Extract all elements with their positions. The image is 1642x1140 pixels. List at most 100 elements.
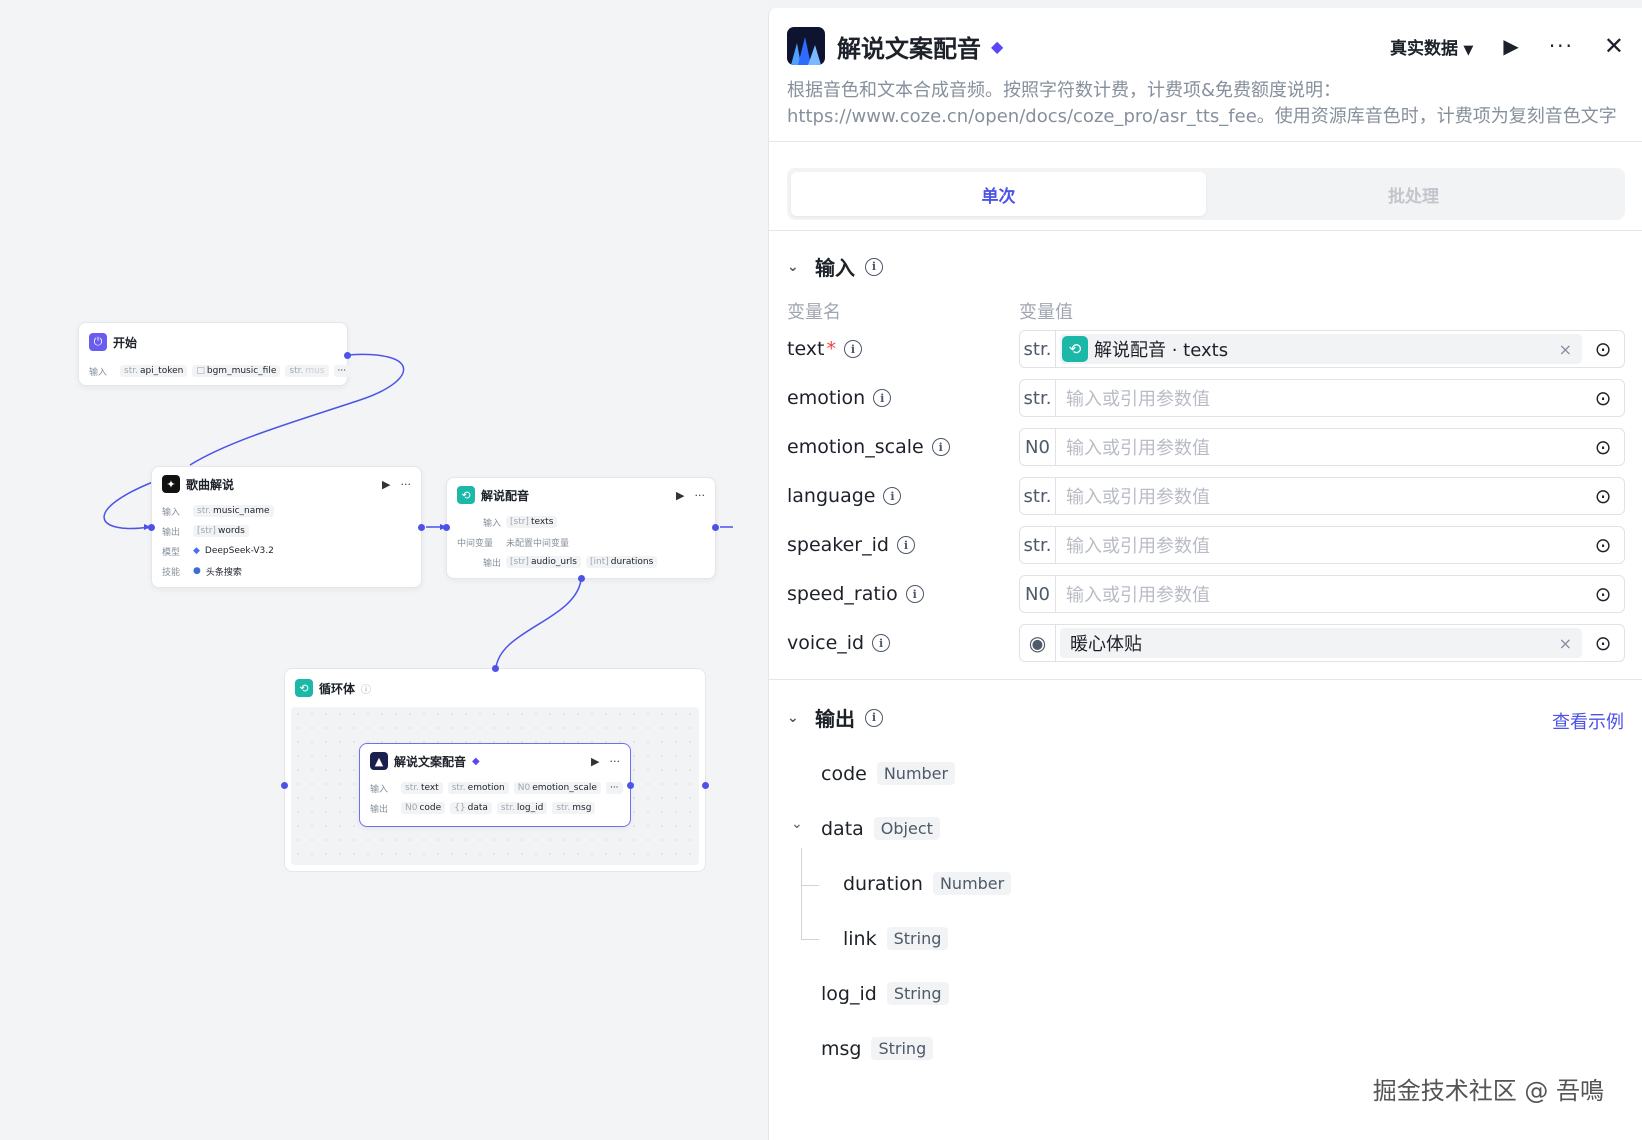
run-icon[interactable]: ▶ <box>382 478 390 491</box>
reference-chip[interactable]: ⟲ 解说配音 · texts × <box>1060 334 1582 364</box>
node-title: 开始 <box>113 335 138 350</box>
row-label: 输入 <box>482 518 501 529</box>
start-node[interactable]: ⏻ 开始 输入 str. api_token □ bgm_music_file st… <box>78 322 351 386</box>
tts-node[interactable]: ▲ 解说文案配音 ◆ ▶ ··· 输入 str. text str. emotion … <box>359 743 634 827</box>
node-title: 解说文案配音 <box>394 754 467 769</box>
loop-icon: ⟲ <box>1062 336 1088 362</box>
input-port[interactable] <box>148 524 155 531</box>
variable-select-icon[interactable]: ⊙ <box>1582 533 1624 557</box>
more-tag[interactable]: ··· <box>605 782 623 794</box>
col-name-header: 变量名 <box>787 302 841 323</box>
chevron-down-icon[interactable]: ⌄ <box>787 710 805 726</box>
info-icon: i <box>883 487 902 505</box>
run-icon[interactable]: ▶ <box>1503 34 1518 58</box>
tts-app-logo <box>787 27 825 65</box>
output-item: data Object <box>821 817 940 840</box>
voice-chip[interactable]: 暖心体贴 × <box>1060 628 1582 658</box>
variable-select-icon[interactable]: ⊙ <box>1582 435 1624 459</box>
param-tag: [str] audio_urls <box>506 556 581 568</box>
type-badge: Number <box>932 872 1012 895</box>
more-icon[interactable]: ··· <box>1549 34 1574 58</box>
data-mode-dropdown[interactable]: 真实数据 ▼ <box>1390 34 1473 59</box>
voice-icon: ◉ <box>1020 625 1056 661</box>
required-mark: * <box>826 338 837 360</box>
info-icon: i <box>872 634 891 652</box>
dubbing-node[interactable]: ⟲ 解说配音 ▶ ··· 输入 [str] texts 中间变量 未配置中间变量 输出 … <box>443 477 719 582</box>
param-tag: N0 emotion_scale <box>513 782 601 794</box>
row-label: 输入 <box>162 507 181 518</box>
loop-out-port[interactable] <box>702 782 709 789</box>
tree-line <box>801 848 802 940</box>
loop-icon: ⟲ <box>295 679 313 697</box>
param-field[interactable]: N0 输入或引用参数值 ⊙ <box>1019 428 1625 466</box>
loop-port[interactable] <box>578 575 585 582</box>
see-example-link[interactable]: 查看示例 <box>1552 708 1624 734</box>
run-icon[interactable]: ▶ <box>591 755 599 768</box>
output-port[interactable] <box>627 782 634 789</box>
input-port[interactable] <box>443 524 450 531</box>
chevron-down-icon[interactable]: ⌄ <box>787 259 805 275</box>
param-field[interactable]: str. 输入或引用参数值 ⊙ <box>1019 526 1625 564</box>
param-tag: [int] durations <box>586 556 658 568</box>
row-label: 输出 <box>482 558 501 569</box>
param-input[interactable]: 输入或引用参数值 <box>1056 581 1582 607</box>
loop-in-port[interactable] <box>281 782 288 789</box>
output-port[interactable] <box>344 352 351 359</box>
param-tag: N0 code <box>401 802 446 814</box>
divider <box>769 230 1642 231</box>
param-name: emotion <box>787 387 866 409</box>
divider <box>769 679 1642 680</box>
start-icon: ⏻ <box>89 333 107 351</box>
output-item: msg String <box>821 1037 934 1060</box>
variable-select-icon[interactable]: ⊙ <box>1582 337 1624 361</box>
param-row-voice-id: voice_id i ◉ 暖心体贴 × ⊙ <box>787 624 1625 662</box>
node-title: 循环体 <box>319 681 356 696</box>
output-port[interactable] <box>418 524 425 531</box>
model-icon: ◆ <box>193 546 200 556</box>
clear-icon[interactable]: × <box>1559 634 1572 653</box>
close-icon[interactable]: ✕ <box>1604 32 1624 60</box>
loop-top-port[interactable] <box>492 665 499 672</box>
tab-batch[interactable]: 批处理 <box>1206 172 1621 216</box>
chevron-down-icon[interactable]: ⌄ <box>791 816 803 832</box>
param-input[interactable]: 输入或引用参数值 <box>1056 385 1582 411</box>
output-item: code Number <box>821 762 956 785</box>
output-section-header[interactable]: ⌄ 输出 i <box>787 703 883 732</box>
run-mode-tabs: 单次 批处理 <box>787 168 1625 220</box>
tab-single[interactable]: 单次 <box>791 172 1206 216</box>
param-field[interactable]: ◉ 暖心体贴 × ⊙ <box>1019 624 1625 662</box>
vip-gem-icon: ◆ <box>472 755 480 767</box>
param-row-speaker-id: speaker_id i str. 输入或引用参数值 ⊙ <box>787 526 1625 564</box>
param-tag: str. log_id <box>496 802 548 814</box>
info-icon: i <box>905 585 924 603</box>
type-badge: Number <box>876 762 956 785</box>
param-field[interactable]: str. 输入或引用参数值 ⊙ <box>1019 379 1625 417</box>
param-field[interactable]: str. ⟲ 解说配音 · texts × ⊙ <box>1019 330 1625 368</box>
param-input[interactable]: 输入或引用参数值 <box>1056 532 1582 558</box>
clear-icon[interactable]: × <box>1559 340 1572 359</box>
param-field[interactable]: str. 输入或引用参数值 ⊙ <box>1019 477 1625 515</box>
type-badge: str. <box>1020 527 1056 563</box>
variable-select-icon[interactable]: ⊙ <box>1582 386 1624 410</box>
variable-select-icon[interactable]: ⊙ <box>1582 582 1624 606</box>
more-icon[interactable]: ··· <box>610 755 621 768</box>
tree-line <box>801 939 819 940</box>
song-explain-node[interactable]: ✦ 歌曲解说 ▶ ··· 输入 str. music_name 输出 [str] word… <box>148 466 425 588</box>
param-input[interactable]: 输入或引用参数值 <box>1056 434 1582 460</box>
more-tag[interactable]: ··· <box>333 365 351 377</box>
more-icon[interactable]: ··· <box>401 478 412 491</box>
workflow-canvas[interactable]: ⏻ 开始 输入 str. api_token □ bgm_music_file st… <box>0 0 768 1140</box>
output-port[interactable] <box>712 524 719 531</box>
param-tag: [str] words <box>193 525 249 537</box>
info-icon: ⓘ <box>361 684 372 696</box>
caret-down-icon: ▼ <box>1463 42 1474 58</box>
type-badge: String <box>871 1037 934 1060</box>
param-field[interactable]: N0 输入或引用参数值 ⊙ <box>1019 575 1625 613</box>
param-input[interactable]: 输入或引用参数值 <box>1056 483 1582 509</box>
variable-select-icon[interactable]: ⊙ <box>1582 631 1624 655</box>
more-icon[interactable]: ··· <box>695 489 706 502</box>
run-icon[interactable]: ▶ <box>676 489 684 502</box>
row-label: 中间变量 <box>457 538 494 549</box>
variable-select-icon[interactable]: ⊙ <box>1582 484 1624 508</box>
input-section-header[interactable]: ⌄ 输入 i <box>787 252 883 281</box>
